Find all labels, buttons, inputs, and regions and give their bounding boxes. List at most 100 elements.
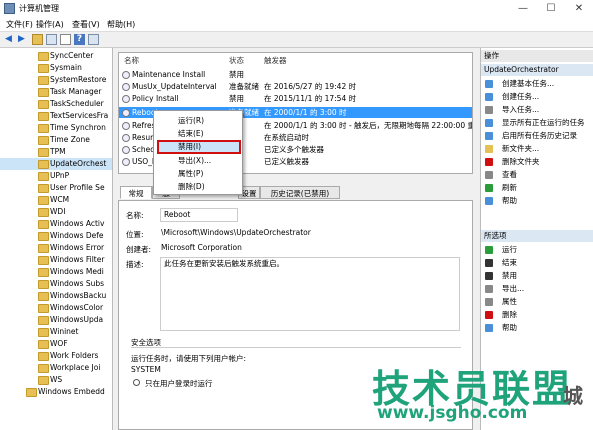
- tree-item[interactable]: Sysmain: [0, 62, 112, 74]
- action-icon: [485, 246, 493, 254]
- tree-item-update-orchestrator[interactable]: UpdateOrchest: [0, 158, 112, 170]
- tree-item[interactable]: Windows Filter: [0, 254, 112, 266]
- tree-item[interactable]: WS: [0, 374, 112, 386]
- context-menu-properties[interactable]: 属性(P): [154, 167, 242, 180]
- action-icon: [485, 80, 493, 88]
- folder-icon: [38, 172, 49, 181]
- tree-item[interactable]: Time Synchron: [0, 122, 112, 134]
- context-menu-run[interactable]: 运行(R): [154, 114, 242, 127]
- task-icon: [122, 146, 130, 154]
- folder-icon: [26, 388, 37, 397]
- tree-item[interactable]: Work Folders: [0, 350, 112, 362]
- action-item[interactable]: 刷新: [481, 182, 593, 194]
- location-value: \Microsoft\Windows\UpdateOrchestrator: [161, 228, 311, 237]
- action-item[interactable]: 显示所有正在运行的任务: [481, 117, 593, 129]
- context-menu-delete[interactable]: 删除(D): [154, 180, 242, 193]
- tree-item[interactable]: SyncCenter: [0, 50, 112, 62]
- tree-item[interactable]: Windows Error: [0, 242, 112, 254]
- action-item[interactable]: 帮助: [481, 195, 593, 207]
- column-header-status[interactable]: 状态: [229, 55, 244, 66]
- tree-item[interactable]: WindowsBacku: [0, 290, 112, 302]
- tree-item[interactable]: WDI: [0, 206, 112, 218]
- tree-item[interactable]: TextServicesFra: [0, 110, 112, 122]
- tree-item[interactable]: WOF: [0, 338, 112, 350]
- folder-icon: [38, 220, 49, 229]
- folder-icon: [38, 196, 49, 205]
- action-label: 帮助: [502, 196, 517, 205]
- tab-history[interactable]: 历史记录(已禁用): [260, 186, 340, 199]
- menu-view[interactable]: 查看(V): [72, 19, 100, 30]
- context-menu-export[interactable]: 导出(X)...: [154, 154, 242, 167]
- table-row[interactable]: Policy Install 禁用在 2015/11/1 的 17:54 时: [119, 93, 472, 104]
- forward-arrow-icon[interactable]: ▶: [16, 34, 27, 45]
- table-row[interactable]: Maintenance Install 禁用: [119, 69, 472, 80]
- up-folder-icon[interactable]: [32, 34, 43, 45]
- tree-item[interactable]: WindowsUpda: [0, 314, 112, 326]
- tree-item[interactable]: WCM: [0, 194, 112, 206]
- column-header-trigger[interactable]: 触发器: [264, 55, 287, 66]
- tree-item[interactable]: Wininet: [0, 326, 112, 338]
- action-item[interactable]: 禁用: [481, 270, 593, 282]
- tree-item[interactable]: TaskScheduler: [0, 98, 112, 110]
- tree-item[interactable]: SystemRestore: [0, 74, 112, 86]
- tree-item[interactable]: Task Manager: [0, 86, 112, 98]
- action-item[interactable]: 帮助: [481, 322, 593, 334]
- folder-icon: [38, 328, 49, 337]
- action-item[interactable]: 运行: [481, 244, 593, 256]
- table-row[interactable]: MusUx_UpdateInterval 准备就绪在 2016/5/27 的 19…: [119, 81, 472, 92]
- menu-file[interactable]: 文件(F): [6, 19, 33, 30]
- context-menu-end[interactable]: 结束(E): [154, 127, 242, 140]
- tree-item[interactable]: Time Zone: [0, 134, 112, 146]
- actions-section-selected[interactable]: 所选项: [481, 230, 593, 242]
- tree-item[interactable]: Windows Medi: [0, 266, 112, 278]
- show-hide-tree-icon[interactable]: [46, 34, 57, 45]
- folder-icon: [38, 280, 49, 289]
- tree-item[interactable]: Windows Activ: [0, 218, 112, 230]
- folder-icon: [38, 304, 49, 313]
- maximize-button[interactable]: ☐: [537, 0, 565, 18]
- back-arrow-icon[interactable]: ◀: [3, 34, 14, 45]
- tree-item[interactable]: Windows Embedd: [0, 386, 112, 398]
- watermark-side-text: 城: [563, 384, 583, 408]
- tree-item[interactable]: Windows Subs: [0, 278, 112, 290]
- context-menu-disable[interactable]: 禁用(I): [157, 140, 241, 154]
- properties-icon[interactable]: [60, 34, 71, 45]
- action-icon: [485, 184, 493, 192]
- action-item[interactable]: 导出...: [481, 283, 593, 295]
- action-item[interactable]: 导入任务...: [481, 104, 593, 116]
- menu-help[interactable]: 帮助(H): [107, 19, 135, 30]
- description-field[interactable]: 此任务在更新安装后触发系统重启。: [160, 257, 460, 331]
- action-label: 新文件夹...: [502, 144, 540, 153]
- tree-item[interactable]: UPnP: [0, 170, 112, 182]
- tree-item[interactable]: Workplace Joi: [0, 362, 112, 374]
- description-label: 描述:: [126, 260, 144, 269]
- tree-item[interactable]: WindowsColor: [0, 302, 112, 314]
- name-field[interactable]: Reboot: [160, 208, 238, 222]
- column-header-name[interactable]: 名称: [124, 55, 139, 66]
- action-icon: [485, 298, 493, 306]
- action-icon: [485, 93, 493, 101]
- tree-item[interactable]: Windows Defe: [0, 230, 112, 242]
- folder-icon: [38, 364, 49, 373]
- radio-run-logged-on[interactable]: [133, 379, 140, 386]
- close-button[interactable]: ✕: [565, 0, 593, 18]
- action-item[interactable]: 创建基本任务...: [481, 78, 593, 90]
- tab-general[interactable]: 常规: [120, 186, 152, 199]
- action-item[interactable]: 结束: [481, 257, 593, 269]
- action-item[interactable]: 删除: [481, 309, 593, 321]
- console-icon[interactable]: [88, 34, 99, 45]
- action-item[interactable]: 创建任务...: [481, 91, 593, 103]
- actions-section-update-orchestrator[interactable]: UpdateOrchestrator: [481, 64, 593, 76]
- action-item[interactable]: 新文件夹...: [481, 143, 593, 155]
- menu-action[interactable]: 操作(A): [36, 19, 64, 30]
- minimize-button[interactable]: —: [509, 0, 537, 18]
- action-label: 导入任务...: [502, 105, 540, 114]
- radio-run-logged-on-label: 只在用户登录时运行: [145, 379, 213, 388]
- action-item[interactable]: 属性: [481, 296, 593, 308]
- tree-item[interactable]: User Profile Se: [0, 182, 112, 194]
- action-item[interactable]: 删除文件夹: [481, 156, 593, 168]
- help-icon[interactable]: ?: [74, 34, 85, 45]
- tree-item[interactable]: TPM: [0, 146, 112, 158]
- action-item[interactable]: 启用所有任务历史记录: [481, 130, 593, 142]
- action-item[interactable]: 查看: [481, 169, 593, 181]
